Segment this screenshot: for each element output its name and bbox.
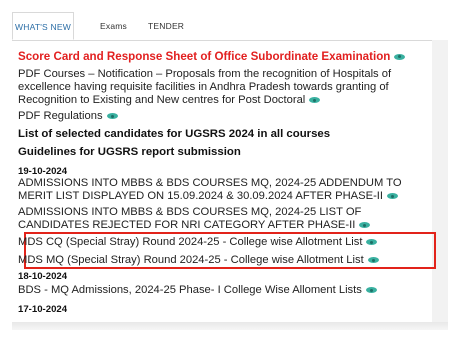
- news-item[interactable]: BDS - MQ Admissions, 2024-25 Phase- I Co…: [18, 284, 428, 297]
- view-icon[interactable]: [366, 239, 378, 246]
- news-item-link[interactable]: Guidelines for UGSRS report submission: [18, 146, 241, 158]
- news-item[interactable]: Guidelines for UGSRS report submission: [18, 146, 428, 159]
- news-item[interactable]: PDF Regulations: [18, 110, 428, 123]
- view-icon[interactable]: [367, 257, 379, 264]
- view-icon[interactable]: [387, 193, 399, 200]
- news-date: 17-10-2024: [18, 304, 68, 315]
- news-item-link[interactable]: Score Card and Response Sheet of Office …: [18, 50, 390, 63]
- news-item[interactable]: ADMISSIONS INTO MBBS & BDS COURSES MQ, 2…: [18, 177, 428, 203]
- view-icon[interactable]: [359, 222, 371, 229]
- tab-whats-new[interactable]: WHAT'S NEW: [12, 12, 74, 40]
- news-item-link[interactable]: BDS - MQ Admissions, 2024-25 Phase- I Co…: [18, 284, 362, 296]
- news-item[interactable]: List of selected candidates for UGSRS 20…: [18, 128, 428, 141]
- news-item[interactable]: PDF Courses – Notification – Proposals f…: [18, 68, 428, 107]
- news-item-link[interactable]: ADMISSIONS INTO MBBS & BDS COURSES MQ, 2…: [18, 206, 361, 231]
- tab-exams[interactable]: Exams: [100, 12, 127, 40]
- tab-tender[interactable]: TENDER: [148, 12, 184, 40]
- tab-bar: WHAT'S NEW Exams TENDER: [12, 0, 448, 41]
- view-icon[interactable]: [309, 97, 321, 104]
- view-icon[interactable]: [365, 287, 377, 294]
- news-item[interactable]: MDS CQ (Special Stray) Round 2024-25 - C…: [18, 236, 428, 249]
- news-item[interactable]: MDS MQ (Special Stray) Round 2024-25 - C…: [18, 254, 428, 267]
- news-date: 19-10-2024: [18, 166, 68, 177]
- news-item-link[interactable]: MDS CQ (Special Stray) Round 2024-25 - C…: [18, 236, 362, 248]
- news-item-link[interactable]: ADMISSIONS INTO MBBS & BDS COURSES MQ, 2…: [18, 177, 402, 202]
- view-icon[interactable]: [106, 113, 118, 120]
- view-icon[interactable]: [394, 53, 406, 60]
- news-item-link[interactable]: MDS MQ (Special Stray) Round 2024-25 - C…: [18, 254, 364, 266]
- news-item[interactable]: ADMISSIONS INTO MBBS & BDS COURSES MQ, 2…: [18, 206, 428, 232]
- scrollbar[interactable]: [432, 40, 448, 322]
- news-item-link[interactable]: PDF Courses – Notification – Proposals f…: [18, 68, 391, 106]
- news-date: 18-10-2024: [18, 271, 68, 282]
- panel-bottom-edge: [12, 322, 448, 330]
- news-item-link[interactable]: PDF Regulations: [18, 110, 103, 122]
- news-item-link[interactable]: List of selected candidates for UGSRS 20…: [18, 128, 330, 140]
- news-item[interactable]: Score Card and Response Sheet of Office …: [18, 50, 428, 63]
